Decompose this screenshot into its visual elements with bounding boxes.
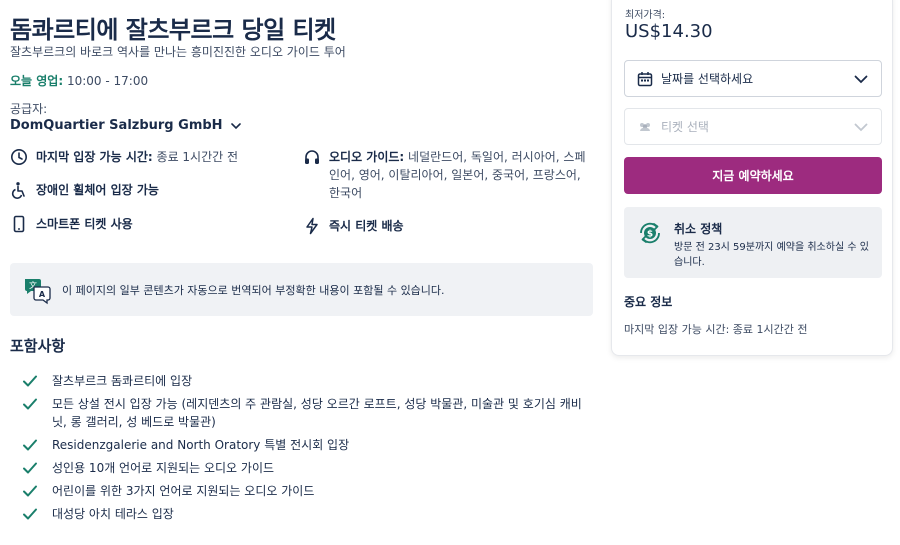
opening-hours: 오늘 영업: 10:00 - 17:00 xyxy=(10,72,148,89)
date-select-label: 날짜를 선택하세요 xyxy=(661,72,754,86)
last-entry-value: 종료 1시간간 전 xyxy=(156,150,239,164)
check-icon xyxy=(23,462,37,474)
refund-icon: $ xyxy=(640,222,660,244)
last-entry-label: 마지막 입장 가능 시간: xyxy=(36,150,153,164)
chevron-down-icon xyxy=(854,75,868,83)
inclusion-text: Residenzgalerie and North Oratory 특별 전시회… xyxy=(52,438,350,452)
lightning-icon xyxy=(306,217,318,235)
inclusion-item: 어린이를 위한 3가지 언어로 지원되는 오디오 가이드 xyxy=(22,482,592,500)
cancellation-policy: $ 취소 정책 방문 전 23시 59분까지 예약을 취소하실 수 있습니다. xyxy=(624,207,882,278)
subtitle: 잘츠부르크의 바로크 역사를 만나는 흥미진진한 오디오 가이드 투어 xyxy=(10,45,346,59)
feature-last-entry: 마지막 입장 가능 시간: 종료 1시간간 전 xyxy=(10,148,290,166)
inclusion-text: 모든 상설 전시 입장 가능 (레지덴츠의 주 관람실, 성당 오르간 로프트,… xyxy=(52,397,582,429)
feature-audio-guide: 오디오 가이드: 네덜란드어, 독일어, 러시아어, 스페인어, 영어, 이탈리… xyxy=(303,148,593,202)
audio-guide-label: 오디오 가이드: xyxy=(329,150,405,164)
hours-label: 오늘 영업: xyxy=(10,74,64,88)
book-now-button[interactable]: 지금 예약하세요 xyxy=(624,157,882,194)
wheelchair-icon xyxy=(11,182,25,199)
inclusion-text: 어린이를 위한 3가지 언어로 지원되는 오디오 가이드 xyxy=(52,484,315,498)
cancel-policy-text: 방문 전 23시 59분까지 예약을 취소하실 수 있습니다. xyxy=(674,242,869,268)
inclusion-item: 모든 상설 전시 입장 가능 (레지덴츠의 주 관람실, 성당 오르간 로프트,… xyxy=(22,395,592,431)
instant-delivery-text: 즉시 티켓 배송 xyxy=(329,219,404,233)
ticket-select[interactable]: 티켓 선택 xyxy=(624,108,882,145)
ticket-select-label: 티켓 선택 xyxy=(661,120,709,134)
mobile-ticket-text: 스마트폰 티켓 사용 xyxy=(36,217,133,231)
supplier-label: 공급자: xyxy=(10,102,48,116)
inclusion-item: Residenzgalerie and North Oratory 특별 전시회… xyxy=(22,436,592,454)
calendar-icon xyxy=(637,71,653,86)
participants-icon xyxy=(640,122,650,131)
check-icon xyxy=(23,485,37,497)
translation-notice: 文 A 이 페이지의 일부 콘텐츠가 자동으로 번역되어 부정확한 내용이 포함… xyxy=(10,263,593,316)
page-title: 돔콰르티에 잘츠부르크 당일 티켓 xyxy=(10,16,336,44)
date-select[interactable]: 날짜를 선택하세요 xyxy=(624,60,882,97)
inclusion-text: 대성당 아치 테라스 입장 xyxy=(52,507,174,521)
booking-panel: 최저가격: US$14.30 날짜를 선택하세요 티켓 선택 지금 예약하세요 … xyxy=(611,0,893,356)
check-icon xyxy=(23,375,37,387)
wheelchair-text: 장애인 휠체어 입장 가능 xyxy=(36,183,159,197)
feature-mobile-ticket: 스마트폰 티켓 사용 xyxy=(10,215,290,233)
supplier-name: DomQuartier Salzburg GmbH xyxy=(10,118,223,133)
svg-text:$: $ xyxy=(647,230,653,240)
chevron-down-icon xyxy=(854,123,868,131)
inclusions-list: 잘츠부르크 돔콰르티에 입장 모든 상설 전시 입장 가능 (레지덴츠의 주 관… xyxy=(22,372,592,528)
inclusions-title: 포함사항 xyxy=(10,337,66,355)
svg-text:A: A xyxy=(39,290,46,299)
smartphone-icon xyxy=(13,215,25,233)
translate-icon: 文 A xyxy=(25,278,51,304)
feature-instant-delivery: 즉시 티켓 배송 xyxy=(303,217,593,235)
headphones-icon xyxy=(305,150,319,164)
check-icon xyxy=(23,508,37,520)
chevron-down-icon xyxy=(230,122,241,129)
inclusion-item: 대성당 아치 테라스 입장 xyxy=(22,505,592,523)
inclusion-item: 잘츠부르크 돔콰르티에 입장 xyxy=(22,372,592,390)
cancel-policy-title: 취소 정책 xyxy=(674,222,723,236)
important-info-text: 마지막 입장 가능 시간: 종료 1시간간 전 xyxy=(624,323,808,336)
feature-wheelchair: 장애인 휠체어 입장 가능 xyxy=(10,181,290,199)
check-icon xyxy=(23,398,37,410)
price-label: 최저가격: xyxy=(625,10,666,21)
supplier-dropdown[interactable]: DomQuartier Salzburg GmbH xyxy=(10,118,243,133)
clock-icon xyxy=(11,149,27,165)
important-info-title: 중요 정보 xyxy=(624,295,673,309)
price-value: US$14.30 xyxy=(625,21,713,42)
inclusion-text: 잘츠부르크 돔콰르티에 입장 xyxy=(52,374,193,388)
inclusion-text: 성인용 10개 언어로 지원되는 오디오 가이드 xyxy=(52,461,275,475)
inclusion-item: 성인용 10개 언어로 지원되는 오디오 가이드 xyxy=(22,459,592,477)
check-icon xyxy=(23,439,37,451)
hours-value: 10:00 - 17:00 xyxy=(66,74,149,88)
translation-notice-text: 이 페이지의 일부 콘텐츠가 자동으로 번역되어 부정확한 내용이 포함될 수 … xyxy=(62,283,445,297)
